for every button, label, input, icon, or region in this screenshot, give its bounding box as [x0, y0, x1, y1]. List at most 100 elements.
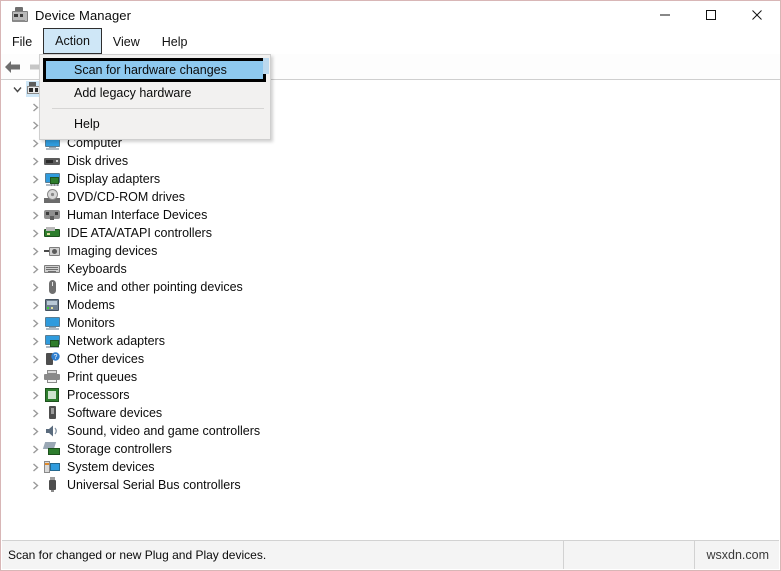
menu-file[interactable]: File: [1, 29, 43, 54]
tree-item-other-devices[interactable]: ? Other devices: [2, 350, 779, 368]
device-tree[interactable]: Batteries Bluetooth Computer: [2, 80, 779, 542]
mouse-icon: [44, 279, 61, 295]
tree-item-imaging-devices[interactable]: Imaging devices: [2, 242, 779, 260]
chevron-right-icon[interactable]: [26, 260, 44, 278]
chevron-right-icon[interactable]: [26, 368, 44, 386]
keyboard-icon: [44, 261, 61, 277]
tree-item-label: Storage controllers: [67, 442, 172, 456]
tree-item-usb-controllers[interactable]: Universal Serial Bus controllers: [2, 476, 779, 494]
tree-item-label: Modems: [67, 298, 115, 312]
modem-icon: [44, 297, 61, 313]
tree-item-display-adapters[interactable]: Display adapters: [2, 170, 779, 188]
menu-scroll-indicator: [263, 58, 269, 74]
back-button[interactable]: [1, 56, 25, 77]
hid-icon: [44, 207, 61, 223]
menu-item-add-legacy-hardware[interactable]: Add legacy hardware: [40, 82, 270, 104]
chevron-right-icon[interactable]: [26, 296, 44, 314]
display-adapter-icon: [44, 171, 61, 187]
tree-item-label: Software devices: [67, 406, 163, 420]
tree-item-label: Universal Serial Bus controllers: [67, 478, 241, 492]
chevron-right-icon[interactable]: [26, 314, 44, 332]
sound-icon: [44, 423, 61, 439]
tree-item-hid[interactable]: Human Interface Devices: [2, 206, 779, 224]
tree-item-label: Other devices: [67, 352, 145, 366]
window-title: Device Manager: [35, 7, 132, 23]
chevron-right-icon[interactable]: [26, 386, 44, 404]
tree-item-system-devices[interactable]: System devices: [2, 458, 779, 476]
chevron-right-icon[interactable]: [26, 278, 44, 296]
chevron-right-icon[interactable]: [26, 332, 44, 350]
back-arrow-icon: [5, 60, 20, 73]
svg-text:?: ?: [54, 354, 58, 361]
tree-item-label: Sound, video and game controllers: [67, 424, 261, 438]
watermark: wsxdn.com: [706, 548, 769, 562]
tree-item-storage-controllers[interactable]: Storage controllers: [2, 440, 779, 458]
tree-item-label: DVD/CD-ROM drives: [67, 190, 186, 204]
chevron-right-icon[interactable]: [26, 224, 44, 242]
tree-item-monitors[interactable]: Monitors: [2, 314, 779, 332]
network-adapter-icon: [44, 333, 61, 349]
tree-item-modems[interactable]: Modems: [2, 296, 779, 314]
tree-item-label: IDE ATA/ATAPI controllers: [67, 226, 212, 240]
chevron-right-icon[interactable]: [26, 440, 44, 458]
tree-item-keyboards[interactable]: Keyboards: [2, 260, 779, 278]
processor-icon: [44, 387, 61, 403]
imaging-device-icon: [44, 243, 61, 259]
maximize-button[interactable]: [688, 1, 734, 29]
tree-item-label: Network adapters: [67, 334, 165, 348]
monitor-icon: [44, 315, 61, 331]
storage-controller-icon: [42, 441, 61, 457]
chevron-right-icon[interactable]: [26, 422, 44, 440]
printer-icon: [44, 369, 61, 385]
chevron-right-icon[interactable]: [26, 206, 44, 224]
chevron-right-icon[interactable]: [26, 152, 44, 170]
device-manager-icon: [11, 7, 28, 23]
chevron-right-icon[interactable]: [26, 170, 44, 188]
chevron-right-icon[interactable]: [26, 458, 44, 476]
close-button[interactable]: [734, 1, 780, 29]
title-bar: Device Manager: [1, 1, 780, 29]
menu-help[interactable]: Help: [151, 29, 199, 54]
menu-item-scan-for-hardware-changes[interactable]: Scan for hardware changes: [43, 58, 266, 82]
menu-separator: [52, 108, 264, 109]
tree-item-mice[interactable]: Mice and other pointing devices: [2, 278, 779, 296]
menu-action[interactable]: Action: [43, 28, 102, 54]
tree-item-label: Monitors: [67, 316, 115, 330]
menu-view[interactable]: View: [102, 29, 151, 54]
chevron-right-icon[interactable]: [26, 242, 44, 260]
chevron-right-icon[interactable]: [26, 476, 44, 494]
tree-item-ide-controllers[interactable]: IDE ATA/ATAPI controllers: [2, 224, 779, 242]
usb-icon: [44, 477, 61, 493]
tree-item-print-queues[interactable]: Print queues: [2, 368, 779, 386]
tree-item-dvd-drives[interactable]: DVD/CD-ROM drives: [2, 188, 779, 206]
tree-item-label: Imaging devices: [67, 244, 158, 258]
tree-item-label: Processors: [67, 388, 130, 402]
minimize-button[interactable]: [642, 1, 688, 29]
other-device-icon: ?: [44, 351, 61, 367]
chevron-right-icon[interactable]: [26, 350, 44, 368]
status-secondary-cell: [564, 541, 695, 569]
chevron-right-icon[interactable]: [26, 404, 44, 422]
tree-item-label: System devices: [67, 460, 155, 474]
tree-item-label: Human Interface Devices: [67, 208, 208, 222]
tree-item-label: Print queues: [67, 370, 138, 384]
ide-controller-icon: [44, 225, 61, 241]
tree-item-software-devices[interactable]: Software devices: [2, 404, 779, 422]
status-bar: Scan for changed or new Plug and Play de…: [2, 540, 779, 569]
status-message: Scan for changed or new Plug and Play de…: [2, 541, 564, 569]
tree-item-sound-controllers[interactable]: Sound, video and game controllers: [2, 422, 779, 440]
device-manager-window: Device Manager File Action View Help Com…: [0, 0, 781, 571]
window-controls: [642, 1, 780, 29]
tree-item-label: Keyboards: [67, 262, 127, 276]
menu-item-help[interactable]: Help: [40, 113, 270, 135]
menu-bar: File Action View Help: [1, 28, 780, 54]
action-menu-popup[interactable]: Scan for hardware changes Add legacy har…: [39, 54, 271, 140]
tree-item-processors[interactable]: Processors: [2, 386, 779, 404]
tree-item-label: Mice and other pointing devices: [67, 280, 243, 294]
disk-drive-icon: [44, 153, 61, 169]
tree-item-disk-drives[interactable]: Disk drives: [2, 152, 779, 170]
tree-item-label: Display adapters: [67, 172, 161, 186]
chevron-right-icon[interactable]: [26, 188, 44, 206]
tree-item-network-adapters[interactable]: Network adapters: [2, 332, 779, 350]
chevron-down-icon[interactable]: [8, 80, 26, 98]
